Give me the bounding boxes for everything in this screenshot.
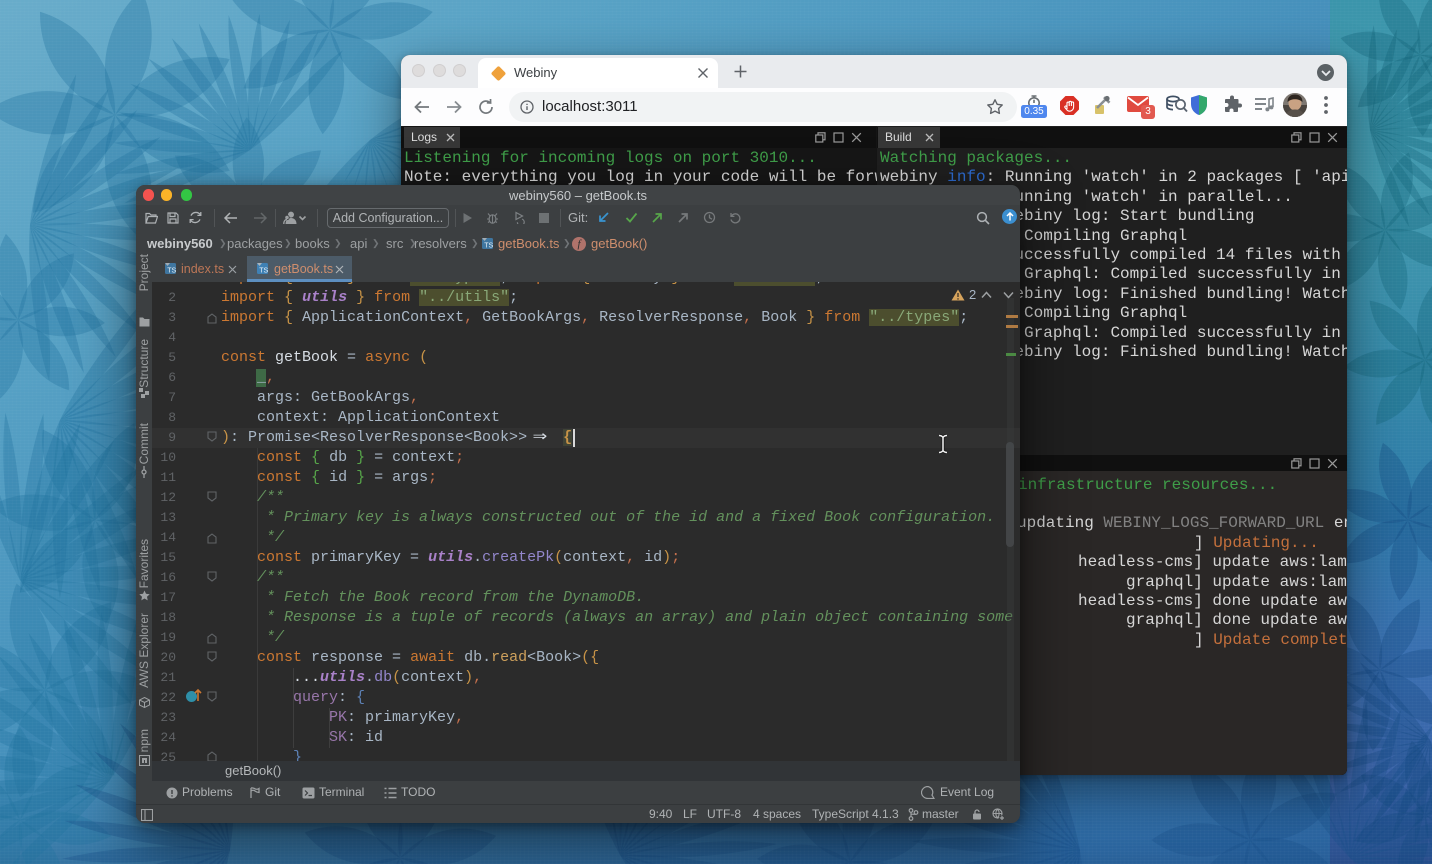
svg-text:TS: TS	[167, 268, 176, 275]
svg-text:TS: TS	[259, 268, 268, 275]
svg-text:TS: TS	[484, 243, 493, 250]
